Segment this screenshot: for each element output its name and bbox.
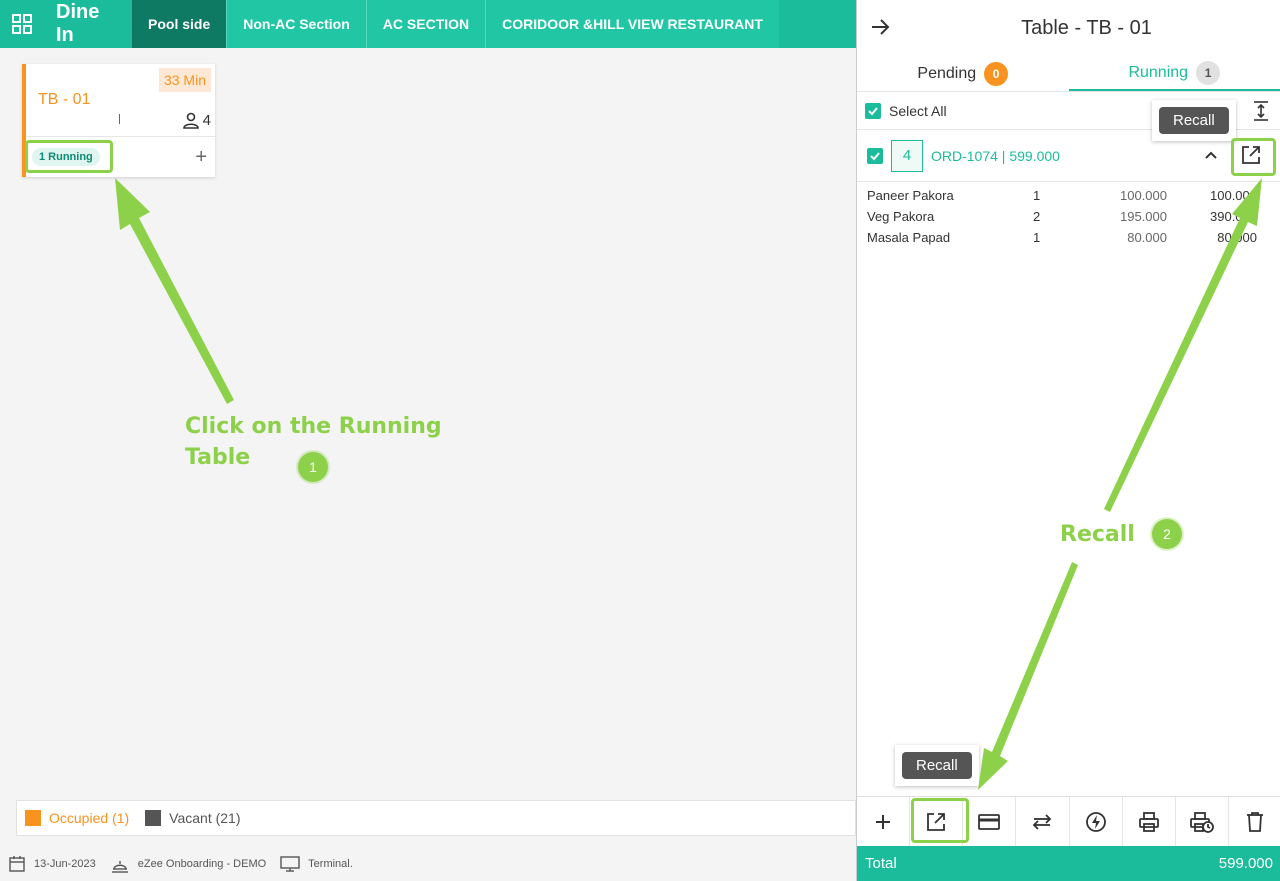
trash-icon: [1246, 811, 1263, 832]
order-id: ORD-1074 | 599.000: [931, 147, 1060, 164]
plus-icon: [876, 814, 891, 829]
tab-coridoor-hill-view[interactable]: CORIDOOR &HILL VIEW RESTAURANT: [485, 0, 779, 48]
item-qty: 2: [1033, 209, 1041, 224]
item-total: 80.000: [1217, 230, 1257, 245]
panel-tabs: Pending 0 Running 1: [857, 56, 1280, 92]
tab-pending-label: Pending: [917, 64, 977, 82]
restaurant-icon: [111, 860, 128, 873]
status-bar: 13-Jun-2023 eZee Onboarding - DEMO Termi…: [0, 846, 856, 881]
tab-running[interactable]: Running 1: [1068, 56, 1280, 91]
select-all-checkbox[interactable]: [865, 102, 881, 119]
top-bar: Dine In Pool side Non-AC Section AC SECT…: [0, 0, 856, 48]
step1-number-badge: 1: [298, 452, 328, 482]
transfer-button[interactable]: [1016, 797, 1070, 846]
chevron-up-icon[interactable]: [1204, 148, 1218, 167]
highlight-recall-icon: [1231, 138, 1276, 176]
table-name: TB - 01: [38, 91, 91, 108]
tab-non-ac-section[interactable]: Non-AC Section: [226, 0, 366, 48]
expand-vertical-icon[interactable]: [1252, 100, 1270, 125]
item-rate: 80.000: [1127, 230, 1167, 245]
list-item: Veg Pakora 2 195.000 390.000: [857, 206, 1280, 227]
status-property: eZee Onboarding - DEMO: [137, 857, 267, 870]
status-terminal: Terminal.: [308, 857, 353, 870]
total-bar: Total 599.000: [857, 846, 1280, 881]
calendar-icon: [9, 855, 25, 872]
recall-tooltip-text: Recall: [1159, 107, 1229, 134]
status-date: 13-Jun-2023: [34, 857, 96, 870]
panel-title: Table - TB - 01: [1021, 16, 1152, 39]
delete-button[interactable]: [1229, 797, 1280, 846]
quick-action-button[interactable]: [1070, 797, 1123, 846]
item-total: 390.000: [1210, 209, 1257, 224]
list-item: Masala Papad 1 80.000 80.000: [857, 227, 1280, 248]
item-rate: 195.000: [1120, 209, 1167, 224]
step1-text-line1: Click on the Running: [185, 414, 442, 439]
tab-running-label: Running: [1128, 63, 1189, 81]
grid-menu-icon[interactable]: [0, 0, 44, 48]
card-divider: [119, 114, 120, 124]
recall-tooltip-bottom: Recall: [895, 745, 979, 786]
print-settings-button[interactable]: [1176, 797, 1229, 846]
table-time-badge: 33 Min: [158, 68, 211, 92]
recall-tooltip-text: Recall: [902, 752, 972, 779]
add-button[interactable]: [857, 797, 911, 846]
app-title: Dine In: [56, 1, 100, 46]
order-items-list: Paneer Pakora 1 100.000 100.000 Veg Pako…: [857, 182, 1280, 251]
occupied-swatch: [25, 810, 41, 826]
running-count-badge: 1: [1196, 60, 1221, 85]
legend-bar: Occupied (1) Vacant (21): [16, 800, 856, 836]
tab-pool-side[interactable]: Pool side: [132, 0, 227, 48]
monitor-icon: [280, 855, 300, 872]
card-icon: [978, 813, 1001, 830]
tab-pending[interactable]: Pending 0: [857, 56, 1069, 91]
pending-count-badge: 0: [984, 61, 1009, 86]
item-rate: 100.000: [1120, 188, 1167, 203]
step2-instruction: Recall: [1060, 522, 1135, 547]
vacant-swatch: [145, 810, 162, 826]
guest-count-value: 4: [202, 111, 211, 129]
item-qty: 1: [1033, 188, 1041, 203]
print-button[interactable]: [1123, 797, 1176, 846]
item-name: Paneer Pakora: [867, 188, 954, 203]
back-arrow-icon[interactable]: [869, 16, 891, 43]
order-checkbox[interactable]: [867, 147, 883, 164]
tab-ac-section[interactable]: AC SECTION: [365, 0, 486, 48]
total-value: 599.000: [1218, 855, 1273, 872]
step2-number-badge: 2: [1152, 519, 1182, 549]
legend-occupied-label: Occupied (1): [49, 810, 130, 826]
highlight-running-badge: [25, 140, 113, 173]
printer-clock-icon: [1189, 811, 1214, 833]
highlight-recall-button: [911, 798, 969, 843]
legend-vacant-label: Vacant (21): [169, 810, 241, 826]
card-separator: [26, 136, 215, 137]
lightning-icon: [1085, 811, 1106, 832]
legend-occupied[interactable]: Occupied (1): [25, 810, 129, 826]
guest-count: 4: [182, 111, 211, 129]
printer-icon: [1138, 811, 1159, 832]
select-all-label: Select All: [889, 102, 947, 119]
seat-number-box: 4: [891, 139, 923, 172]
item-name: Masala Papad: [867, 230, 951, 245]
item-qty: 1: [1033, 230, 1041, 245]
payment-button[interactable]: [963, 797, 1017, 846]
item-total: 100.000: [1210, 188, 1257, 203]
swap-arrows-icon: [1033, 813, 1052, 830]
person-icon: [182, 112, 199, 129]
list-item: Paneer Pakora 1 100.000 100.000: [857, 185, 1280, 206]
total-label: Total: [865, 855, 897, 872]
arrow-to-running-table: [115, 178, 234, 404]
panel-header: Table - TB - 01: [857, 0, 1280, 56]
add-order-plus-icon[interactable]: +: [195, 146, 207, 169]
recall-tooltip-top: Recall: [1152, 100, 1236, 141]
legend-vacant[interactable]: Vacant (21): [145, 810, 241, 826]
item-name: Veg Pakora: [867, 209, 935, 224]
